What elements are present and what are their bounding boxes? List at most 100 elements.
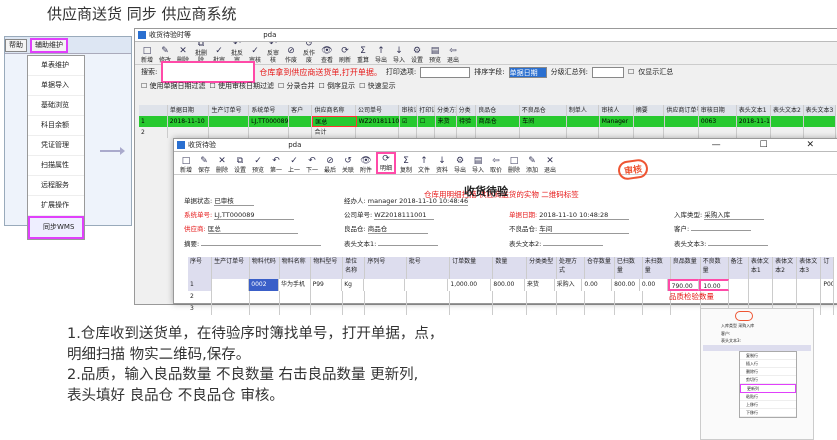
submenu-item[interactable]: 基础浏览 — [28, 96, 84, 116]
toolbar-button[interactable]: □ 新增 — [178, 156, 194, 174]
column-header[interactable]: 未扫数量 — [643, 257, 671, 279]
table-row[interactable]: 12018-11-10LJ,TT000089匡总WZ2018111001☑☐来货… — [139, 116, 837, 127]
good-wh-value[interactable]: 商品仓 — [367, 223, 428, 234]
filter-check[interactable]: ☐ 倒序显示 — [319, 81, 356, 91]
column-header[interactable]: 表体文本1 — [749, 257, 774, 279]
column-header[interactable]: 良品仓 — [476, 105, 520, 116]
detail-cell[interactable] — [749, 291, 774, 303]
toolbar-button[interactable]: ✎ 保存 — [196, 156, 212, 174]
detail-cell[interactable] — [212, 303, 250, 315]
detail-cell[interactable] — [365, 303, 407, 315]
toolbar-button[interactable]: ⚙ 导出 — [452, 156, 468, 174]
column-header[interactable]: 数量 — [493, 257, 528, 279]
toolbar-button[interactable]: □ 删除 — [506, 156, 522, 174]
toolbar-button[interactable]: 👁 附件 — [358, 156, 374, 174]
column-header[interactable]: 物料型号 — [311, 257, 344, 279]
detail-cell[interactable] — [773, 279, 798, 291]
detail-cell[interactable]: 1 — [188, 279, 212, 291]
column-header[interactable]: 序列号 — [365, 257, 407, 279]
date-value[interactable]: 2018-11-10 10:48:28 — [539, 211, 630, 220]
submenu-item[interactable]: 单据导入 — [28, 76, 84, 96]
filter-check[interactable]: ☐ 快速显示 — [359, 81, 396, 91]
detail-cell[interactable] — [311, 303, 344, 315]
detail-cell[interactable] — [557, 291, 585, 303]
detail-cell[interactable] — [343, 291, 366, 303]
column-header[interactable]: 客户 — [289, 105, 313, 116]
toolbar-button[interactable]: ✎ 添加 — [524, 156, 540, 174]
summary-value[interactable] — [201, 245, 322, 246]
column-header[interactable]: 分类类型 — [527, 257, 557, 279]
toolbar-button[interactable]: ⚙ 设置 — [409, 46, 425, 64]
filter-check[interactable]: ☐ 使用审核日期过滤 — [210, 81, 275, 91]
column-header[interactable]: 单据日期 — [168, 105, 210, 116]
print-select[interactable] — [420, 66, 471, 78]
toolbar-button[interactable]: ▤ 预览 — [427, 46, 443, 64]
column-header[interactable]: 审核人 — [599, 105, 634, 116]
detail-cell[interactable] — [493, 303, 528, 315]
detail-cell[interactable]: 3 — [188, 303, 213, 315]
detail-cell[interactable] — [493, 291, 528, 303]
column-header[interactable]: 批号 — [407, 257, 451, 279]
detail-cell[interactable]: 华为手机 — [279, 279, 311, 291]
ht1-value[interactable] — [378, 245, 439, 246]
summary-checkbox[interactable]: ☐ — [628, 68, 634, 76]
column-header[interactable]: 表头文本1 — [737, 105, 772, 116]
column-header[interactable]: 良品数量 — [671, 257, 701, 279]
submenu-item[interactable]: 科目余额 — [28, 116, 84, 136]
column-header[interactable]: 已扫数量 — [615, 257, 643, 279]
detail-cell[interactable] — [615, 303, 643, 315]
detail-cell[interactable] — [729, 279, 750, 291]
column-header[interactable]: 生产订单号 — [209, 105, 250, 116]
detail-cell[interactable] — [585, 303, 615, 315]
detail-cell[interactable] — [585, 291, 615, 303]
detail-cell[interactable]: 来货 — [525, 279, 555, 291]
detail-cell[interactable] — [280, 303, 312, 315]
detail-cell[interactable] — [773, 291, 798, 303]
toolbar-button[interactable]: Σ 复制 — [398, 156, 414, 174]
detail-cell[interactable] — [407, 303, 451, 315]
detail-cell[interactable] — [250, 291, 280, 303]
table-row[interactable]: 2 合计 — [139, 127, 837, 138]
toolbar-button[interactable]: ↑ 导出 — [373, 46, 389, 64]
sort-select[interactable]: 单据日期 — [508, 66, 547, 78]
submenu-item[interactable]: 远程服务 — [28, 176, 84, 196]
detail-cell[interactable] — [671, 303, 701, 315]
detail-cell[interactable] — [212, 291, 250, 303]
detail-cell[interactable]: 0.00 — [582, 279, 613, 291]
detail-cell[interactable] — [527, 291, 557, 303]
detail-cell[interactable]: 800.00 — [612, 279, 640, 291]
detail-cell[interactable] — [749, 279, 774, 291]
toolbar-button[interactable]: ⊘ 作废 — [283, 46, 299, 64]
ht3-value[interactable] — [708, 245, 769, 246]
supplier-value[interactable]: 匡总 — [207, 223, 298, 234]
detail-row[interactable]: 2 — [188, 291, 834, 303]
filter-check[interactable]: ☐ 使用单据日期过滤 — [141, 81, 206, 91]
column-header[interactable]: 不良数量 — [701, 257, 729, 279]
column-header[interactable]: 打印记号 — [417, 105, 436, 116]
toolbar-button[interactable]: □ 新增 — [139, 46, 155, 64]
column-header[interactable]: 物料代码 — [250, 257, 280, 279]
detail-row[interactable]: 1 0002 华为手机 P99 Kg 1,000.00 800.00 来货 采购入 0.00 800… — [188, 279, 834, 291]
toolbar-button[interactable]: ✓ 预览 — [250, 156, 266, 174]
column-header[interactable]: 序号 — [188, 257, 213, 279]
sysno-value[interactable]: LJ,TT000089 — [214, 211, 295, 220]
toolbar-button[interactable]: ⟳ 明细 — [376, 152, 396, 174]
column-header[interactable]: 制单人 — [567, 105, 600, 116]
customer-value[interactable] — [691, 230, 752, 231]
detail-cell[interactable] — [450, 303, 494, 315]
ht2-value[interactable] — [543, 245, 604, 246]
filter-check[interactable]: ☐ 分录合并 — [278, 81, 315, 91]
toolbar-button[interactable]: ↺ 反作废 — [301, 39, 317, 64]
toolbar-button[interactable]: ▤ 导入 — [470, 156, 486, 174]
column-header[interactable]: 备注 — [729, 257, 749, 279]
detail-cell[interactable] — [407, 291, 451, 303]
detail-cell[interactable] — [797, 291, 822, 303]
column-header[interactable]: 审核日期 — [699, 105, 737, 116]
detail-cell[interactable]: P99 — [311, 279, 343, 291]
column-header[interactable]: 供应商订单号 — [664, 105, 699, 116]
toolbar-button[interactable]: ↑ 文件 — [416, 156, 432, 174]
column-header[interactable]: 订单数量 — [450, 257, 494, 279]
column-header[interactable]: 表头文本3 — [804, 105, 837, 116]
detail-cell[interactable]: P00 — [821, 279, 834, 291]
detail-cell[interactable] — [527, 303, 557, 315]
